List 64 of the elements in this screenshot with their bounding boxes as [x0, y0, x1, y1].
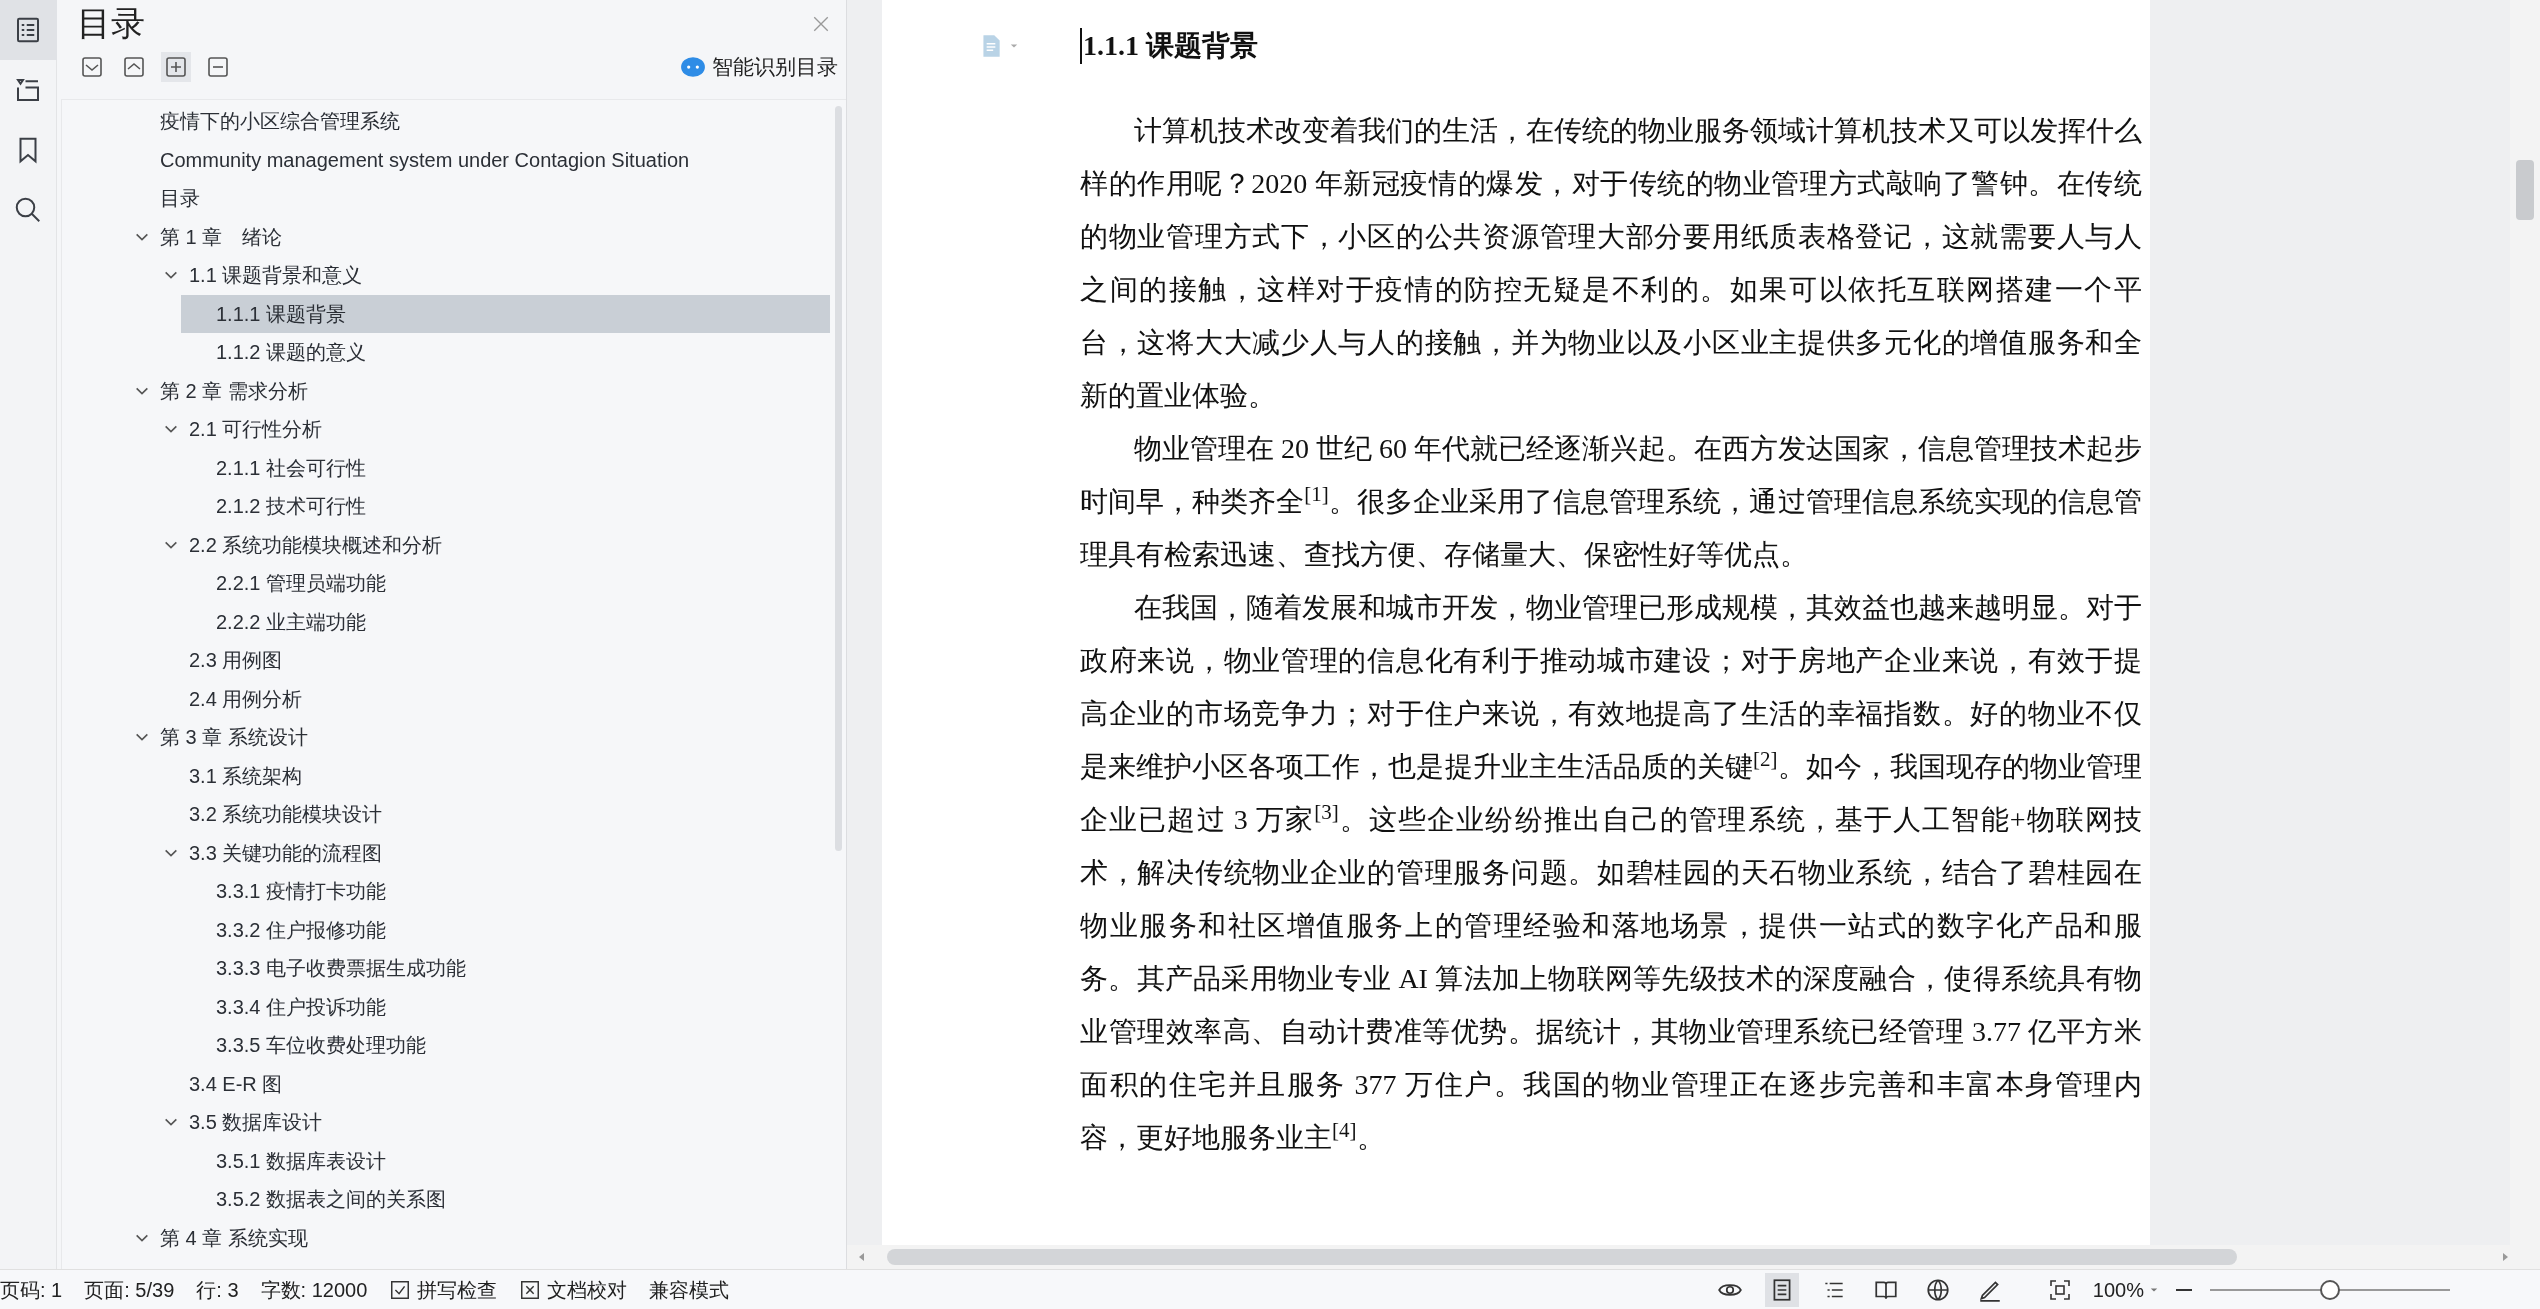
body-paragraph: 在我国，随着发展和城市开发，物业管理已形成规模，其效益也越来越明显。对于政府来说，物业管理的信息化有利于推动城市建设；对于房地产企业来说，有效于提高企业的市场竞争力；对于住户来说，有效地提高了生活的幸福指数。好的物业不仅是来维护小区各项工作，也是提升业主生活品质的关键$^{[2]}$。如今，我国现存的物业管理企业已超过 3 万家$^{[3]}$。这些企业纷纷推出自己的管理系统，基于人工智能+物联网技术，解决传统物业企业的管理服务问题。如碧桂园的天石物业系统，结合了碧桂园在物业服务和社区增值服务上的管理经验和落地场景，提供一站式的数字化产品和服务。其产品采用物业专业 AI 算法加上物联网等先级技术的深度融合，使得系统具有物业管理效率高、自动计费准等优势。据统计，其物业管理系统已经管理 3.77 亿平方米面积的住宅并且服务 377 万住户。我国的物业管理正在逐步完善和丰富本身管理内容，更好地服务业主$^{[4]}$。	[1080, 591, 2142, 1155]
toc-item[interactable]: 1.1.2 课题的意义	[216, 333, 375, 372]
close-box-icon	[519, 1278, 542, 1301]
toc-item[interactable]: 1.1 课题背景和意义	[189, 256, 371, 295]
toc-item[interactable]: 3.3.1 疫情打卡功能	[216, 872, 395, 911]
toc-item[interactable]: 第 4 章 系统实现	[160, 1218, 316, 1257]
toc-item[interactable]: 3.5 数据库设计	[189, 1103, 331, 1142]
toc-item[interactable]: 2.1.2 技术可行性	[216, 487, 375, 526]
toc-item[interactable]: 3.5.1 数据库表设计	[216, 1141, 395, 1180]
slider-thumb[interactable]	[2320, 1279, 2340, 1300]
robot-icon	[680, 54, 706, 80]
toc-item[interactable]: 3.1 系统架构	[189, 756, 311, 795]
status-toggle[interactable]: 文档校对	[519, 1274, 628, 1305]
scrollbar-thumb[interactable]	[2516, 160, 2534, 220]
toc-item[interactable]: 2.2 系统功能模块概述和分析	[189, 525, 451, 564]
toc-item[interactable]: 疫情下的小区综合管理系统	[160, 102, 408, 141]
toc-item[interactable]: 3.3.3 电子收费票据生成功能	[216, 949, 475, 988]
vertical-scrollbar[interactable]	[2510, 0, 2540, 1245]
toc-item[interactable]: 2.3 用例图	[189, 641, 291, 680]
scroll-right-icon[interactable]	[2500, 1252, 2510, 1262]
body-paragraph: 物业管理在 20 世纪 60 年代就已经逐渐兴起。在西方发达国家，信息管理技术起步时间早，种类齐全$^{[1]}$。很多企业采用了信息管理系统，通过管理信息系统实现的信息管理具有检索迅速、查找方便、存储量大、保密性好等优点。	[1080, 432, 2142, 572]
smart-toc-button[interactable]: 智能识别目录	[680, 51, 838, 83]
toc-item[interactable]: 2.2.2 业主端功能	[216, 602, 375, 641]
toc-item[interactable]: 3.5.2 数据表之间的关系图	[216, 1180, 455, 1219]
body-paragraph: 计算机技术改变着我们的生活，在传统的物业服务领域计算机技术又可以发挥什么样的作用呢？2020 年新冠疫情的爆发，对于传统的物业管理方式敲响了警钟。在传统的物业管理方式下，小区的公共资源管理大部分要用纸质表格登记，这就需要人与人之间的接触，这样对于疫情的防控无疑是不利的。如果可以依托互联网搭建一个平台，这将大大减少人与人的接触，并为物业以及小区业主提供多元化的增值服务和全新的置业体验。	[1080, 114, 2142, 413]
toc-item[interactable]: 3.2 系统功能模块设计	[189, 795, 391, 834]
toc-item[interactable]: 2.2.1 管理员端功能	[216, 564, 395, 603]
toc-item[interactable]: Community management system under Contagion Situation	[160, 140, 698, 179]
panel-title: 目录	[77, 3, 145, 44]
toc-item[interactable]: 3.3 关键功能的流程图	[189, 833, 391, 872]
status-toggle[interactable]: 拼写检查	[389, 1274, 498, 1305]
view-button[interactable]	[1764, 1272, 1799, 1307]
status-text: 页面: 5/39	[84, 1277, 175, 1303]
toc-item[interactable]: 1.1.1 课题背景	[181, 294, 830, 333]
toc-item[interactable]: 目录	[160, 179, 208, 218]
add-level-button[interactable]	[161, 52, 191, 82]
scrollbar-thumb[interactable]	[887, 1249, 2237, 1265]
zoom-slider[interactable]	[2210, 1278, 2450, 1301]
caret-icon	[2150, 1285, 2158, 1294]
sidebar-tab[interactable]	[0, 0, 57, 60]
horizontal-scrollbar[interactable]	[847, 1245, 2540, 1269]
toc-item[interactable]: 3.3.5 车位收费处理功能	[216, 1026, 435, 1065]
zoom-dropdown[interactable]: 100%	[2092, 1274, 2158, 1305]
toc-item[interactable]: 2.1 可行性分析	[189, 410, 331, 449]
scroll-left-icon[interactable]	[857, 1252, 867, 1262]
close-icon[interactable]	[812, 14, 830, 33]
section-heading: 1.1.1 课题背景	[1080, 28, 1258, 64]
scrollbar-thumb[interactable]	[834, 106, 842, 851]
search-icon	[13, 195, 43, 225]
status-text: 页码: 1	[0, 1277, 63, 1303]
status-text: 字数: 12000	[260, 1277, 368, 1303]
globe-icon	[1924, 1276, 1951, 1303]
checkbox-icon	[389, 1278, 412, 1301]
toc-item[interactable]: 3.3.2 住户报修功能	[216, 910, 395, 949]
toc-item[interactable]: 3.3.4 住户投诉功能	[216, 987, 395, 1026]
toc-item[interactable]: 第 1 章 绪论	[160, 217, 291, 256]
zoom-out-icon[interactable]	[2176, 1288, 2192, 1291]
status-text: 行: 3	[196, 1277, 239, 1303]
toc-item[interactable]: 2.1.1 社会可行性	[216, 448, 375, 487]
toc-item[interactable]: 第 2 章 需求分析	[160, 371, 316, 410]
toc-item[interactable]: 3.4 E-R 图	[189, 1064, 291, 1103]
toc-item[interactable]: 第 3 章 系统设计	[160, 718, 316, 757]
status-text: 兼容模式	[649, 1277, 730, 1303]
toc-item[interactable]: 2.4 用例分析	[189, 679, 311, 718]
